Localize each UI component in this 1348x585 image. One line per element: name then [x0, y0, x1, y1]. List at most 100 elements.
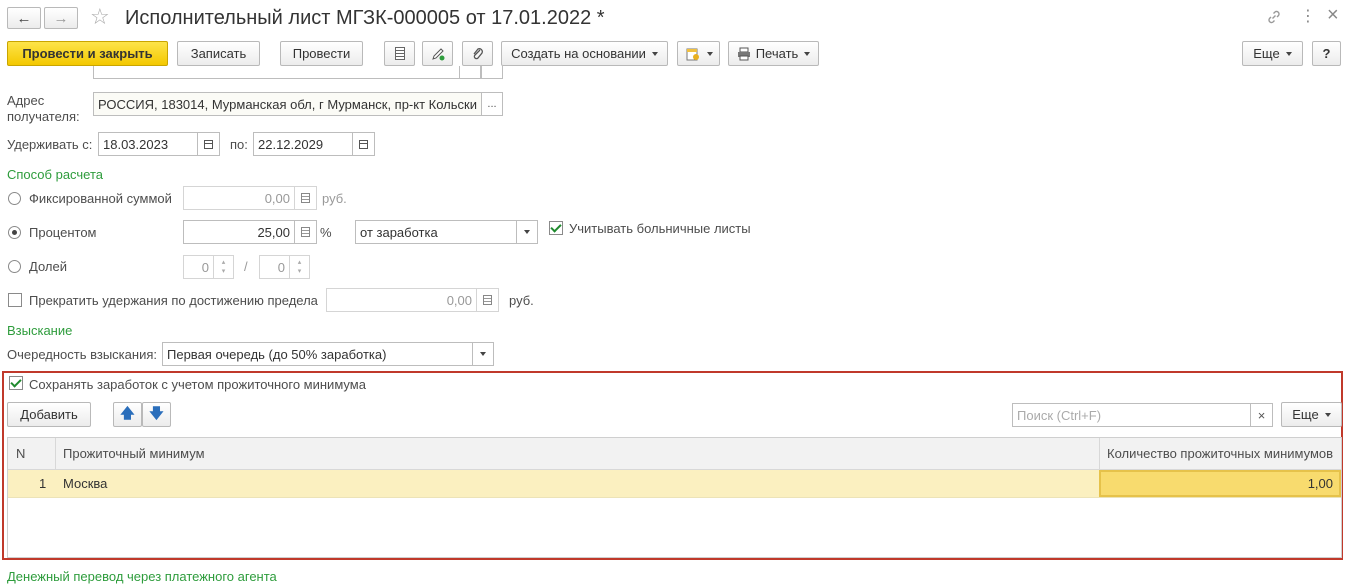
print-button[interactable]: Печать — [728, 41, 819, 66]
fixed-amount-unit: руб. — [322, 191, 347, 206]
spin-up-icon: ▴ — [297, 259, 302, 266]
arrow-left-icon: ← — [16, 9, 32, 27]
table-search-placeholder: Поиск (Ctrl+F) — [1017, 407, 1102, 423]
move-up-button[interactable]: 🡅 — [113, 402, 142, 427]
percent-label[interactable]: Процентом — [29, 225, 97, 240]
keep-earnings-label[interactable]: Сохранять заработок с учетом прожиточног… — [29, 377, 366, 392]
limit-amount-calculator-button[interactable] — [477, 288, 499, 312]
scrolled-field-clear-button[interactable] — [459, 66, 481, 79]
stop-at-limit-label[interactable]: Прекратить удержания по достижению преде… — [29, 293, 318, 308]
more-vertical-icon[interactable]: ⋮ — [1300, 6, 1316, 26]
share-numerator-spinner[interactable]: ▴ ▾ — [214, 255, 234, 279]
percent-radio[interactable] — [8, 226, 21, 239]
table-more-button[interactable]: Еще — [1281, 402, 1342, 427]
post-label: Провести — [292, 46, 351, 61]
more-button[interactable]: Еще — [1242, 41, 1303, 66]
row-count-cell[interactable]: 1,00 — [1099, 470, 1341, 497]
forward-button[interactable]: → — [44, 7, 78, 29]
col-header-minimum[interactable]: Прожиточный минимум — [63, 446, 205, 461]
table-search-clear-button[interactable]: × — [1250, 403, 1273, 427]
sick-leave-label[interactable]: Учитывать больничные листы — [569, 221, 751, 236]
row-minimum: Москва — [63, 476, 108, 491]
fixed-amount-field[interactable]: 0,00 — [183, 186, 295, 210]
scrolled-field-select-button[interactable] — [481, 66, 503, 79]
col-header-n[interactable]: N — [16, 446, 25, 461]
percent-field[interactable]: 25,00 — [183, 220, 295, 244]
spin-down-icon: ▾ — [221, 268, 226, 275]
collection-section-title: Взыскание — [7, 323, 73, 338]
shares-radio[interactable] — [8, 260, 21, 273]
fixed-amount-radio[interactable] — [8, 192, 21, 205]
spin-up-icon: ▴ — [221, 259, 226, 266]
recipient-address-label-line1: Адрес — [7, 93, 45, 108]
recipient-address-select-button[interactable]: ... — [481, 92, 503, 116]
withhold-to-calendar-button[interactable] — [353, 132, 375, 156]
table-more-label: Еще — [1292, 407, 1319, 422]
withhold-from-date-field[interactable]: 18.03.2023 — [98, 132, 198, 156]
limit-amount-field[interactable]: 0,00 — [326, 288, 477, 312]
limit-amount-unit: руб. — [509, 293, 534, 308]
paperclip-icon — [472, 47, 483, 59]
priority-value: Первая очередь (до 50% заработка) — [167, 346, 387, 362]
document-list-button[interactable] — [384, 41, 415, 66]
col-header-count[interactable]: Количество прожиточных минимумов — [1107, 446, 1333, 461]
save-button[interactable]: Записать — [177, 41, 260, 66]
edit-signature-button[interactable] — [422, 41, 453, 66]
help-button[interactable]: ? — [1312, 41, 1341, 66]
payment-agent-section-title[interactable]: Денежный перевод через платежного агента — [7, 569, 277, 584]
priority-select[interactable]: Первая очередь (до 50% заработка) — [162, 342, 473, 366]
recipient-address-label-line2: получателя: — [7, 109, 80, 124]
print-label: Печать — [755, 46, 799, 61]
percent-calculator-button[interactable] — [295, 220, 317, 244]
move-down-button[interactable]: 🡇 — [142, 402, 171, 427]
percent-base-dropdown-button[interactable] — [516, 220, 538, 244]
post-button[interactable]: Провести — [280, 41, 363, 66]
withhold-from-calendar-button[interactable] — [198, 132, 220, 156]
chevron-down-icon — [651, 51, 658, 56]
col-divider-1 — [55, 438, 56, 469]
shares-label[interactable]: Долей — [29, 259, 67, 274]
post-and-close-label: Провести и закрыть — [22, 46, 153, 61]
add-row-button[interactable]: Добавить — [7, 402, 91, 427]
priority-dropdown-button[interactable] — [472, 342, 494, 366]
stop-at-limit-checkbox[interactable] — [8, 293, 22, 307]
arrow-down-icon: 🡇 — [149, 404, 164, 421]
back-button[interactable]: ← — [7, 7, 41, 29]
reports-button[interactable] — [677, 41, 720, 66]
withhold-from-label: Удерживать с: — [7, 137, 93, 152]
subsistence-table: N Прожиточный минимум Количество прожито… — [7, 437, 1342, 558]
recipient-address-field[interactable]: РОССИЯ, 183014, Мурманская обл, г Мурман… — [93, 92, 482, 116]
withhold-to-label: по: — [230, 137, 248, 152]
table-search-input[interactable]: Поиск (Ctrl+F) — [1012, 403, 1251, 427]
withhold-to-date-field[interactable]: 22.12.2029 — [253, 132, 353, 156]
ellipsis-icon: ... — [487, 98, 497, 110]
col-divider-2 — [1099, 438, 1100, 469]
help-label: ? — [1322, 46, 1331, 61]
link-icon[interactable] — [1266, 9, 1282, 25]
share-denominator-spinner[interactable]: ▴ ▾ — [290, 255, 310, 279]
post-and-close-button[interactable]: Провести и закрыть — [7, 41, 168, 66]
fixed-amount-label[interactable]: Фиксированной суммой — [29, 191, 172, 206]
chevron-down-icon — [1324, 412, 1331, 417]
clear-icon: × — [1257, 407, 1266, 423]
table-row[interactable]: 1 Москва 1,00 — [8, 470, 1341, 498]
percent-value: 25,00 — [257, 224, 290, 240]
sick-leave-checkbox[interactable] — [549, 221, 563, 235]
calc-method-section-title: Способ расчета — [7, 167, 104, 182]
scrolled-field[interactable] — [93, 66, 481, 79]
fixed-amount-calculator-button[interactable] — [295, 186, 317, 210]
attach-button[interactable] — [462, 41, 493, 66]
percent-base-select[interactable]: от заработка — [355, 220, 517, 244]
share-denominator-field[interactable]: 0 — [259, 255, 290, 279]
chevron-down-icon — [706, 51, 713, 56]
add-row-label: Добавить — [20, 407, 78, 422]
keep-earnings-checkbox[interactable] — [9, 376, 23, 390]
create-based-on-button[interactable]: Создать на основании — [501, 41, 668, 66]
favorite-star-icon[interactable]: ☆ — [90, 4, 110, 30]
calculator-icon — [483, 295, 492, 305]
close-icon[interactable]: × — [1327, 4, 1339, 27]
share-numerator-field[interactable]: 0 — [183, 255, 214, 279]
chevron-down-icon — [804, 51, 811, 56]
chevron-down-icon — [524, 230, 530, 234]
share-numerator-value: 0 — [201, 259, 209, 275]
